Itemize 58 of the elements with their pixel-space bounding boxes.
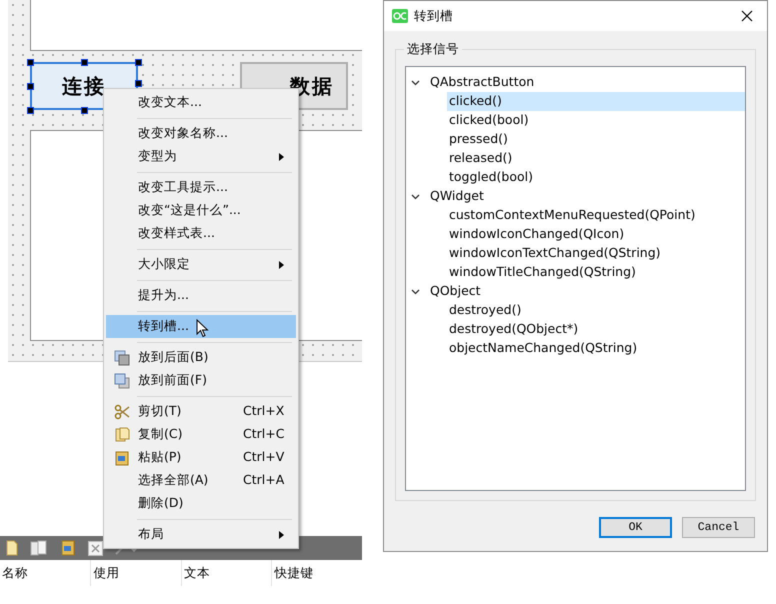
menu-label: 剪切(T) (138, 402, 182, 420)
menu-item[interactable]: 放到后面(B) (106, 346, 296, 369)
menu-label: 布局 (138, 525, 164, 544)
menu-item[interactable]: 复制(C) Ctrl+C (106, 423, 296, 446)
shortcut-text: Ctrl+X (243, 402, 284, 420)
menu-label: 删除(D) (138, 494, 184, 512)
tree-item[interactable]: pressed() (406, 130, 745, 149)
shortcut-text: Ctrl+A (243, 471, 284, 490)
column-header[interactable]: 名称 (0, 560, 90, 586)
shortcut-text: Ctrl+C (243, 425, 284, 444)
dialog-button[interactable]: OK (599, 517, 672, 538)
menu-item[interactable]: 变型为 (106, 145, 296, 168)
tree-item[interactable]: QObject (406, 282, 745, 301)
menu-label: 改变文本... (138, 93, 202, 112)
tree-item[interactable]: destroyed() (406, 301, 745, 320)
menu-label: 改变样式表... (138, 224, 215, 242)
column-header[interactable]: 使用 (90, 560, 181, 586)
menu-item[interactable]: 选择全部(A) Ctrl+A (106, 469, 296, 492)
tree-item[interactable]: customContextMenuRequested(QPoint) (406, 206, 745, 225)
menu-label: 提升为... (138, 286, 189, 304)
menu-item[interactable]: 改变“这是什么”... (106, 199, 296, 222)
menu-item[interactable]: 提升为... (106, 284, 296, 307)
menu-label: 放到后面(B) (138, 348, 208, 366)
menu-item[interactable]: 放到前面(F) (106, 369, 296, 392)
menu-label: 放到前面(F) (138, 371, 207, 390)
window-title: 转到槽 (414, 6, 453, 25)
tree-item[interactable]: objectNameChanged(QString) (406, 339, 745, 358)
menu-item[interactable]: 布局 (106, 523, 296, 546)
menu-label: 转到槽... (138, 317, 189, 336)
tree-item[interactable]: clicked(bool) (406, 111, 745, 130)
menu-label: 改变“这是什么”... (138, 201, 241, 220)
menu-item[interactable]: 剪切(T) Ctrl+X (106, 400, 296, 423)
tree-item[interactable]: toggled(bool) (406, 168, 745, 187)
menu-item[interactable]: 粘贴(P) Ctrl+V (106, 446, 296, 469)
menu-label: 改变对象名称... (138, 124, 228, 142)
shortcut-text: Ctrl+V (243, 448, 284, 466)
menu-item[interactable]: 改变样式表... (106, 222, 296, 245)
dialog-button[interactable]: Cancel (682, 517, 755, 538)
column-header[interactable]: 文本 (180, 560, 272, 586)
column-header[interactable]: 快捷键 (271, 560, 362, 586)
menu-item[interactable]: 转到槽... (106, 315, 296, 338)
menu-item[interactable]: 改变工具提示... (106, 176, 296, 199)
tree-item[interactable]: QAbstractButton (406, 73, 745, 92)
menu-item[interactable]: 改变对象名称... (106, 122, 296, 145)
menu-label: 选择全部(A) (138, 471, 208, 490)
menu-item[interactable]: 大小限定 (106, 253, 296, 276)
menu-item[interactable]: 删除(D) (106, 492, 296, 515)
tree-item[interactable]: released() (406, 149, 745, 168)
tree-item[interactable]: windowIconChanged(QIcon) (406, 225, 745, 244)
menu-label: 大小限定 (138, 255, 190, 274)
menu-label: 变型为 (138, 147, 177, 166)
menu-label: 改变工具提示... (138, 178, 228, 196)
tree-item[interactable]: QWidget (406, 187, 745, 206)
menu-label: 复制(C) (138, 425, 182, 444)
tree-item[interactable]: windowTitleChanged(QString) (406, 263, 745, 282)
menu-label: 粘贴(P) (138, 448, 182, 466)
tree-item[interactable]: windowIconTextChanged(QString) (406, 244, 745, 263)
tree-item[interactable]: destroyed(QObject*) (406, 320, 745, 339)
